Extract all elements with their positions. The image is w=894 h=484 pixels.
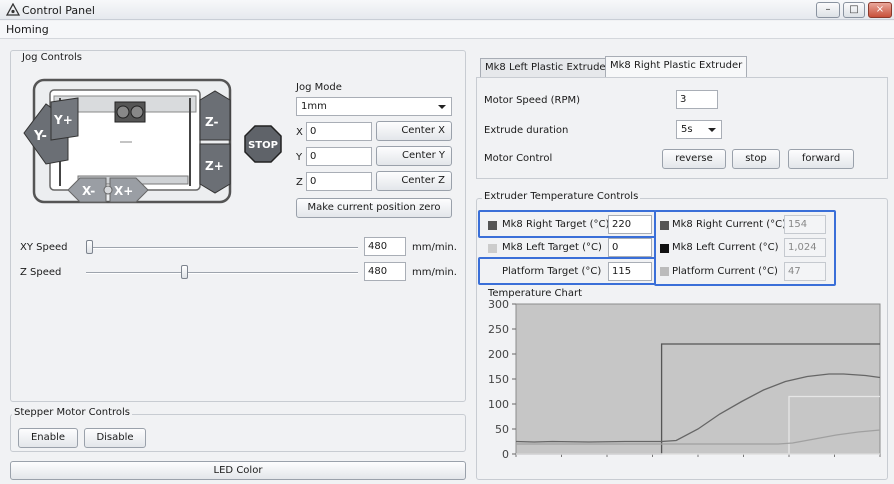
jog-controls-title: Jog Controls xyxy=(20,52,84,63)
center-y-button[interactable]: Center Y xyxy=(376,146,452,166)
jog-mode-value: 1mm xyxy=(301,101,327,112)
stepper-controls-title: Stepper Motor Controls xyxy=(12,407,132,418)
x-position-label: X xyxy=(296,127,303,138)
window-title: Control Panel xyxy=(22,4,95,17)
motor-stop-button[interactable]: stop xyxy=(732,149,780,169)
x-plus-label: X+ xyxy=(114,184,133,198)
led-color-button[interactable]: LED Color xyxy=(10,461,466,480)
y-plus-button[interactable]: Y+ xyxy=(48,96,82,142)
forward-button[interactable]: forward xyxy=(788,149,854,169)
chevron-down-icon xyxy=(708,128,716,132)
y-position-label: Y xyxy=(296,152,303,163)
make-position-zero-button[interactable]: Make current position zero xyxy=(296,198,452,218)
chart-y-tick-label: 200 xyxy=(488,348,509,361)
chart-y-tick-label: 250 xyxy=(488,323,509,336)
z-speed-slider-handle[interactable] xyxy=(181,265,189,279)
z-speed-field[interactable]: 480 xyxy=(364,262,406,281)
stop-button[interactable]: STOP xyxy=(244,125,282,163)
chart-y-tick-label: 150 xyxy=(488,373,509,386)
disable-button[interactable]: Disable xyxy=(84,428,146,448)
current-temps-highlight xyxy=(654,210,836,286)
y-plus-label: Y+ xyxy=(53,113,73,127)
stop-label: STOP xyxy=(248,140,278,151)
temperature-controls-title: Extruder Temperature Controls xyxy=(482,191,641,202)
xy-speed-track[interactable] xyxy=(86,247,358,249)
minimize-button[interactable]: – xyxy=(816,2,840,18)
center-x-button[interactable]: Center X xyxy=(376,121,452,141)
chart-plot-area xyxy=(515,303,881,455)
minimize-icon: – xyxy=(825,4,831,15)
temperature-chart: 0 50 100 150 200 250 300 xyxy=(488,298,881,461)
x-position-field[interactable]: 0 xyxy=(306,122,372,141)
control-panel-window: Control Panel – □ × Homing Jog Controls … xyxy=(0,0,894,484)
motor-control-label: Motor Control xyxy=(484,153,553,164)
chevron-down-icon xyxy=(438,105,446,109)
tab-right-extruder[interactable]: Mk8 Right Plastic Extruder xyxy=(605,56,748,77)
maximize-icon: □ xyxy=(849,4,859,15)
close-icon: × xyxy=(875,4,885,15)
y-minus-label: Y- xyxy=(33,129,47,144)
menu-homing[interactable]: Homing xyxy=(6,23,49,36)
enable-button[interactable]: Enable xyxy=(18,428,78,448)
motor-speed-label: Motor Speed (RPM) xyxy=(484,95,581,106)
menu-bar: Homing xyxy=(0,21,894,39)
jog-mode-label: Jog Mode xyxy=(296,82,342,93)
left-target-field[interactable]: 0 xyxy=(608,238,652,257)
x-jog-buttons: X- X+ xyxy=(67,177,149,203)
z-minus-label: Z- xyxy=(205,115,218,129)
chart-y-tick-label: 100 xyxy=(488,398,509,411)
platform-target-highlight xyxy=(478,257,656,285)
xy-speed-label: XY Speed xyxy=(20,242,68,253)
left-target-swatch xyxy=(488,244,497,253)
xy-speed-slider-handle[interactable] xyxy=(86,240,93,254)
z-speed-track[interactable] xyxy=(86,272,358,274)
makerbot-logo-icon xyxy=(6,3,20,16)
right-target-highlight xyxy=(478,210,656,238)
maximize-button[interactable]: □ xyxy=(843,2,865,18)
title-bar: Control Panel – □ × xyxy=(0,0,894,20)
z-jog-buttons: Z- Z+ xyxy=(199,90,231,194)
z-plus-label: Z+ xyxy=(205,159,224,173)
z-position-label: Z xyxy=(296,177,303,188)
motor-speed-field[interactable]: 3 xyxy=(676,90,718,109)
reverse-button[interactable]: reverse xyxy=(662,149,726,169)
stepper-controls-group xyxy=(10,414,466,452)
extrude-duration-select[interactable]: 5s xyxy=(676,120,722,139)
close-button[interactable]: × xyxy=(868,2,892,18)
chart-y-tick-label: 300 xyxy=(488,298,509,311)
jog-mode-select[interactable]: 1mm xyxy=(296,97,452,116)
y-position-field[interactable]: 0 xyxy=(306,147,372,166)
z-position-field[interactable]: 0 xyxy=(306,172,372,191)
left-target-label: Mk8 Left Target (°C) xyxy=(502,242,602,253)
tab-left-extruder[interactable]: Mk8 Left Plastic Extruder xyxy=(480,58,615,77)
extrude-duration-label: Extrude duration xyxy=(484,125,569,136)
x-minus-label: X- xyxy=(82,184,95,198)
center-z-button[interactable]: Center Z xyxy=(376,171,452,191)
chart-y-tick-label: 50 xyxy=(495,423,509,436)
extrude-duration-value: 5s xyxy=(681,124,693,135)
chart-y-tick-label: 0 xyxy=(502,448,509,461)
xy-speed-unit: mm/min. xyxy=(412,242,457,253)
xy-speed-field[interactable]: 480 xyxy=(364,237,406,256)
z-speed-unit: mm/min. xyxy=(412,267,457,278)
z-speed-label: Z Speed xyxy=(20,267,62,278)
